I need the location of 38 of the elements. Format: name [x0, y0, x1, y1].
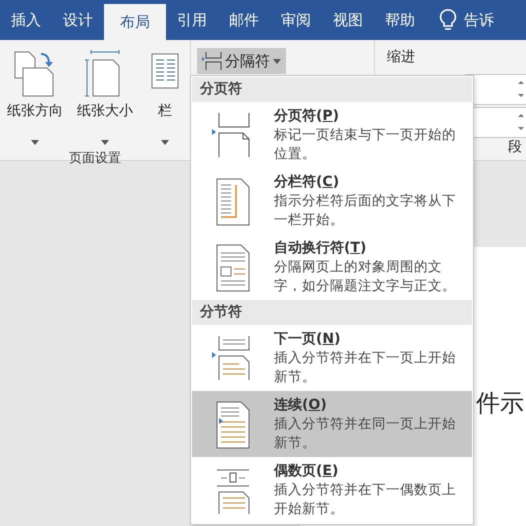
menu-item-description: 指示分栏符后面的文字将从下一栏开始。	[274, 192, 457, 230]
indent-label: 缩进	[387, 48, 416, 66]
breaks-icon	[202, 51, 222, 71]
document-text: 件示	[476, 388, 524, 419]
dropdown-caret-icon	[161, 140, 169, 145]
menu-item-title: 自动换行符(T)	[274, 239, 368, 258]
ribbon-tab[interactable]: 插入	[0, 0, 52, 40]
group-label: 页面设置	[68, 150, 122, 168]
ribbon-tab[interactable]: 审阅	[270, 0, 322, 40]
menu-item-title: 分页符(P)	[274, 107, 340, 126]
menu-item-description: 插入分节符并在同一页上开始新节。	[274, 415, 457, 453]
menu-item[interactable]: 连续(O) 插入分节符并在同一页上开始新节。	[192, 391, 472, 457]
menu-item-title: 下一页(N)	[274, 330, 342, 349]
menu-item-title: 偶数页(E)	[274, 462, 340, 481]
breaks-button[interactable]: 分隔符	[197, 48, 286, 74]
menu-item-description: 标记一页结束与下一页开始的位置。	[274, 126, 457, 164]
menu-item-title: 分栏符(C)	[274, 173, 340, 192]
ribbon-tab[interactable]: 邮件	[218, 0, 270, 40]
lightbulb-icon[interactable]	[438, 8, 458, 32]
ribbon-button-label[interactable]: 纸张方向	[7, 102, 63, 120]
menu-section-header: 分页符	[192, 77, 472, 102]
menu-item-description: 插入分节符并在下一偶数页上开始新节。	[274, 481, 457, 519]
group-label: 段	[508, 138, 522, 156]
menu-item-description: 插入分节符并在下一页上开始新节。	[274, 349, 457, 387]
menu-item-description: 分隔网页上的对象周围的文字，如分隔题注文字与正文。	[274, 258, 457, 296]
ribbon-tab[interactable]: 引用	[166, 0, 218, 40]
ribbon-tab[interactable]: 帮助	[374, 0, 426, 40]
ribbon-tab[interactable]: 视图	[322, 0, 374, 40]
menu-item-title: 连续(O)	[274, 396, 328, 415]
ribbon-tab[interactable]: 设计	[52, 0, 104, 40]
dropdown-caret-icon	[101, 140, 109, 145]
ribbon-button-label[interactable]: 纸张大小	[77, 102, 133, 120]
ribbon-tab[interactable]: 布局	[104, 4, 166, 40]
ribbon-button-label[interactable]: 栏	[158, 102, 172, 120]
tell-me-label[interactable]: 告诉	[464, 10, 494, 30]
menu-section-header: 分节符	[192, 300, 472, 325]
dropdown-caret-icon	[31, 140, 39, 145]
caret-icon	[273, 58, 281, 64]
